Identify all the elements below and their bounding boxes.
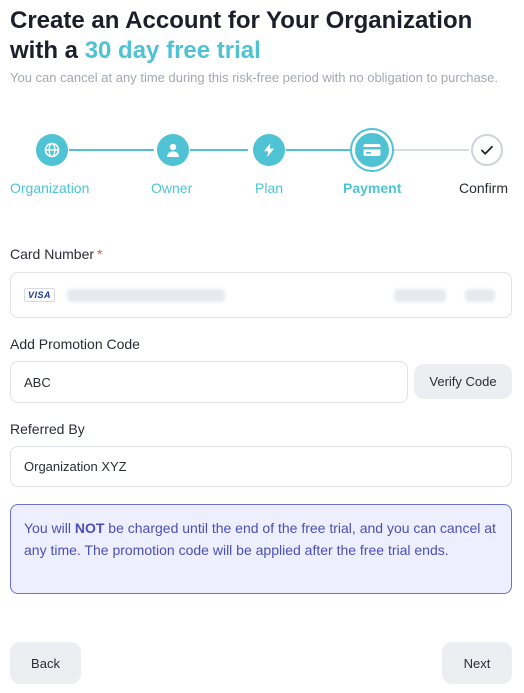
user-icon	[167, 143, 179, 157]
page-subtitle: You can cancel at any time during this r…	[10, 70, 499, 85]
step-label-payment: Payment	[343, 180, 402, 196]
globe-icon	[44, 142, 60, 158]
step-connector	[190, 149, 248, 151]
step-label-confirm: Confirm	[459, 180, 509, 196]
title-accent: 30 day free trial	[84, 37, 261, 64]
required-mark: *	[97, 246, 103, 262]
card-cvc-masked	[465, 289, 495, 302]
step-connector	[69, 149, 154, 151]
trial-notice: You will NOT be charged until the end of…	[10, 504, 512, 594]
notice-prefix: You will	[24, 520, 75, 536]
step-label-organization: Organization	[10, 180, 90, 196]
card-number-label-text: Card Number	[10, 246, 95, 262]
step-connector	[394, 149, 469, 151]
step-confirm[interactable]	[471, 134, 503, 166]
notice-emphasis: NOT	[74, 520, 105, 536]
card-expiry-masked	[394, 289, 446, 302]
check-icon	[481, 145, 493, 155]
verify-code-button[interactable]: Verify Code	[414, 364, 512, 399]
next-button[interactable]: Next	[442, 642, 512, 684]
back-button[interactable]: Back	[10, 642, 81, 684]
credit-card-icon	[363, 144, 381, 156]
step-owner[interactable]	[157, 134, 189, 166]
promo-code-input[interactable]: ABC	[10, 361, 408, 403]
step-connector	[286, 149, 350, 151]
step-payment[interactable]	[352, 130, 392, 170]
step-label-plan: Plan	[255, 180, 284, 196]
visa-icon: VISA	[24, 288, 56, 302]
step-label-owner: Owner	[151, 180, 193, 196]
card-number-label: Card Number *	[10, 246, 102, 262]
referred-by-input[interactable]: Organization XYZ	[10, 446, 512, 487]
page-title: Create an Account for Your Organization …	[10, 6, 520, 66]
card-number-masked	[67, 289, 225, 302]
progress-stepper: Organization Owner Plan Payment Confirm	[0, 128, 524, 208]
lightning-icon	[264, 143, 274, 157]
step-plan[interactable]	[253, 134, 285, 166]
step-organization[interactable]	[36, 134, 68, 166]
promo-code-label: Add Promotion Code	[10, 336, 140, 352]
card-number-field[interactable]: VISA	[10, 272, 512, 318]
referred-by-label: Referred By	[10, 421, 85, 437]
